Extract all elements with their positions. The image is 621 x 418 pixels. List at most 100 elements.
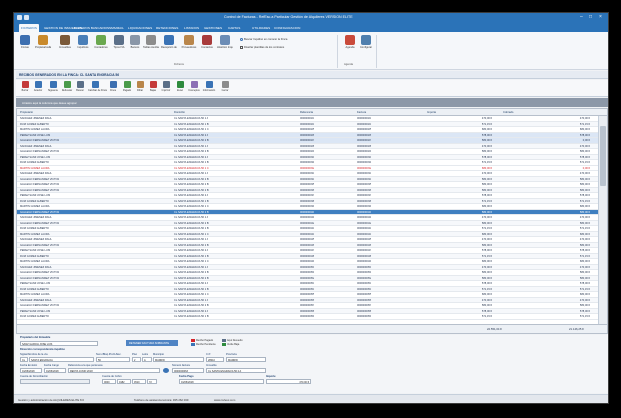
cell-domicilio: CL SANTA ENGRACIA 56 2 B	[174, 183, 209, 186]
column-header-domicilio[interactable]: Domicilio	[174, 111, 185, 114]
cell-propietario: GALLEGO FERNANDEZ VICTOR	[20, 177, 60, 181]
info-icon[interactable]	[163, 368, 169, 373]
tab-sms-mail[interactable]: SMS/MAIL	[107, 24, 126, 32]
ribbon-button-configurar[interactable]: Configurar	[358, 35, 374, 49]
ribbon-button-contadores[interactable]: Contadores	[93, 35, 109, 49]
search-tenant-option[interactable]: Buscar Inquilino en conocer la Finca	[240, 38, 287, 41]
toolbar-excel[interactable]: Excel	[173, 81, 187, 92]
ribbon-button-recepci-n-de-recibos[interactable]: Recepción de Recibos	[161, 35, 177, 49]
ribbon-button-bancos[interactable]: Bancos	[127, 35, 143, 49]
toolbar-conceptos[interactable]: Conceptos	[187, 81, 201, 92]
city-field[interactable]: MADRID	[153, 357, 204, 362]
status-url[interactable]: www.rrefesc.com	[214, 398, 235, 402]
ribbon-button-fincas[interactable]: Fincas	[17, 35, 33, 49]
issue-date-field[interactable]: 01/06/2018	[20, 368, 42, 373]
cell-cobrado: 580,00 €	[579, 271, 590, 274]
collection-account-1[interactable]: 0000	[102, 379, 116, 384]
cell-factura: 0000000036	[357, 188, 372, 192]
payment-date-label: Fecha Pago	[179, 375, 194, 378]
cell-referencia: 0000000041	[300, 216, 315, 219]
street-type-field[interactable]: CL	[20, 357, 28, 362]
ribbon-button-hist-rico-inquilinos[interactable]: Histórico Inquilinos	[217, 35, 233, 49]
charge-date-field[interactable]: 01/06/2018	[44, 368, 66, 373]
toolbar-bajas[interactable]: Bajas	[146, 81, 160, 92]
toolbar-label: Bajas	[150, 89, 156, 92]
tab-listados[interactable]: LISTADOS	[182, 24, 201, 32]
minimize-icon[interactable]: –	[580, 14, 583, 20]
scrollbar-thumb[interactable]	[600, 126, 606, 186]
tab-configuracion[interactable]: CONFIGURACION	[272, 24, 302, 32]
ribbon-button-label: Proveedores	[181, 46, 197, 49]
cell-domicilio: CL SANTA ENGRACIA 56 2 B	[174, 221, 209, 225]
ribbon-button-inmuebles[interactable]: Inmuebles	[57, 35, 73, 49]
column-header-propietario[interactable]: Propietario	[20, 111, 33, 114]
collection-account-3[interactable]: 4510	[132, 379, 146, 384]
cell-referencia: 0000000045	[300, 238, 315, 241]
tab-utilidades[interactable]: UTILIDADES	[250, 24, 272, 32]
toolbar-imprimir[interactable]: Imprimir	[159, 81, 173, 92]
toolbar-pagado[interactable]: Pagado	[120, 81, 134, 92]
cell-importe: 680,00 €	[481, 128, 492, 131]
anterior-icon	[34, 81, 42, 88]
column-header-factura[interactable]: Factura	[357, 111, 366, 114]
street-label: Siglas/Nombre de la vía	[20, 353, 48, 356]
floor-field[interactable]: 2	[132, 357, 141, 362]
collection-account-2[interactable]: 0182	[117, 379, 131, 384]
filtrar-icon	[136, 81, 144, 88]
toolbar-cambiar-de-finca[interactable]: Cambiar de Finca	[88, 81, 107, 92]
zip-field[interactable]: 28010	[206, 357, 224, 362]
toolbar-finca[interactable]: Finca	[106, 81, 120, 92]
tab-retenciones[interactable]: RETENCIONES	[154, 24, 180, 32]
province-field[interactable]: MADRID	[226, 357, 266, 362]
design-templates-option[interactable]: Diseñar plantillas de los contratos	[240, 46, 284, 49]
close-icon[interactable]: ×	[599, 14, 602, 20]
table-row[interactable]: RUIZ GOMEZ ALBERTO CL SANTA ENGRACIA 56 1…	[17, 314, 599, 320]
toolbar-informaci-n[interactable]: Información	[202, 81, 216, 92]
direct-debit-account-field[interactable]	[20, 379, 90, 384]
cell-factura: 0000000037	[357, 194, 372, 197]
maximize-icon[interactable]: □	[589, 14, 592, 20]
toolbar-siguiente[interactable]: Siguiente	[46, 81, 60, 92]
toolbar-borrar[interactable]: Borrar	[18, 81, 32, 92]
reference-field[interactable]: RENTA JUNIO 2018	[68, 368, 160, 373]
ribbon-button-label: Agenda	[345, 46, 355, 49]
ribbon-button-inquilinos[interactable]: Inquilinos	[75, 35, 91, 49]
toolbar-filtrar[interactable]: Filtrar	[133, 81, 147, 92]
undo-icon[interactable]	[24, 15, 29, 20]
toolbar-buscar[interactable]: Buscar	[73, 81, 87, 92]
tab-cartas[interactable]: CARTAS	[226, 24, 242, 32]
collection-account-4[interactable]: 72	[147, 379, 157, 384]
vertical-scrollbar[interactable]	[598, 116, 607, 325]
ribbon-button-proveedores[interactable]: Proveedores	[181, 35, 197, 49]
toolbar-cerrar[interactable]: Cerrar	[218, 81, 232, 92]
proveedores-icon	[184, 35, 194, 45]
ribbon-button-tablas-auxiliares[interactable]: Tablas Auxiliares	[143, 35, 159, 49]
ribbon-button-propietarios-empresa[interactable]: Propietarios/Empresa	[35, 35, 51, 49]
column-header-cobrado[interactable]: Cobrado	[503, 111, 513, 114]
ribbon-button-agenda[interactable]: Agenda	[342, 35, 358, 49]
toolbar-refrescar[interactable]: Refrescar	[60, 81, 74, 92]
owner-field[interactable]: SANZ GARCIA JOSE LUIS	[20, 341, 98, 346]
group-by-hint[interactable]: Arrastre aquí la columna que desee agrup…	[16, 98, 608, 107]
ribbon-button-contactos[interactable]: Contactos	[199, 35, 215, 49]
property-field[interactable]: CL SANTA ENGRACIA 56 2 A	[206, 368, 266, 373]
cell-cobrado: 571,15 €	[579, 254, 590, 258]
ribbon-button-tipos-iva[interactable]: Tipos IVA	[111, 35, 127, 49]
cell-propietario: GALLEGO FERNANDEZ VICTOR	[20, 188, 60, 192]
amount-field[interactable]: 470,00 €	[266, 379, 311, 384]
payment-date-field[interactable]: 01/06/2018	[179, 379, 264, 384]
save-icon[interactable]	[17, 15, 22, 20]
cell-referencia: 0000000028	[300, 144, 315, 148]
invoice-number-field[interactable]: 0000000063	[172, 368, 204, 373]
tab-ficheros-bancarios[interactable]: FICHEROS BANCARIOS	[72, 24, 111, 32]
toolbar-anterior[interactable]: Anterior	[31, 81, 45, 92]
tab-gestiones[interactable]: GESTIONES	[202, 24, 224, 32]
street-name-field[interactable]: SANTA ENGRACIA	[29, 357, 94, 362]
tab-ficheros[interactable]: FICHEROS	[19, 24, 39, 32]
tab-liquidaciones[interactable]: LIQUIDACIONES	[126, 24, 154, 32]
number-field[interactable]: 56	[96, 357, 130, 362]
column-header-referencia[interactable]: Referencia	[300, 111, 313, 114]
column-header-importe[interactable]: Importe	[427, 111, 436, 114]
letter-field[interactable]: A	[142, 357, 152, 362]
retain-invoice-button[interactable]: RETENER FACTURA SOBRANTE	[126, 340, 178, 346]
